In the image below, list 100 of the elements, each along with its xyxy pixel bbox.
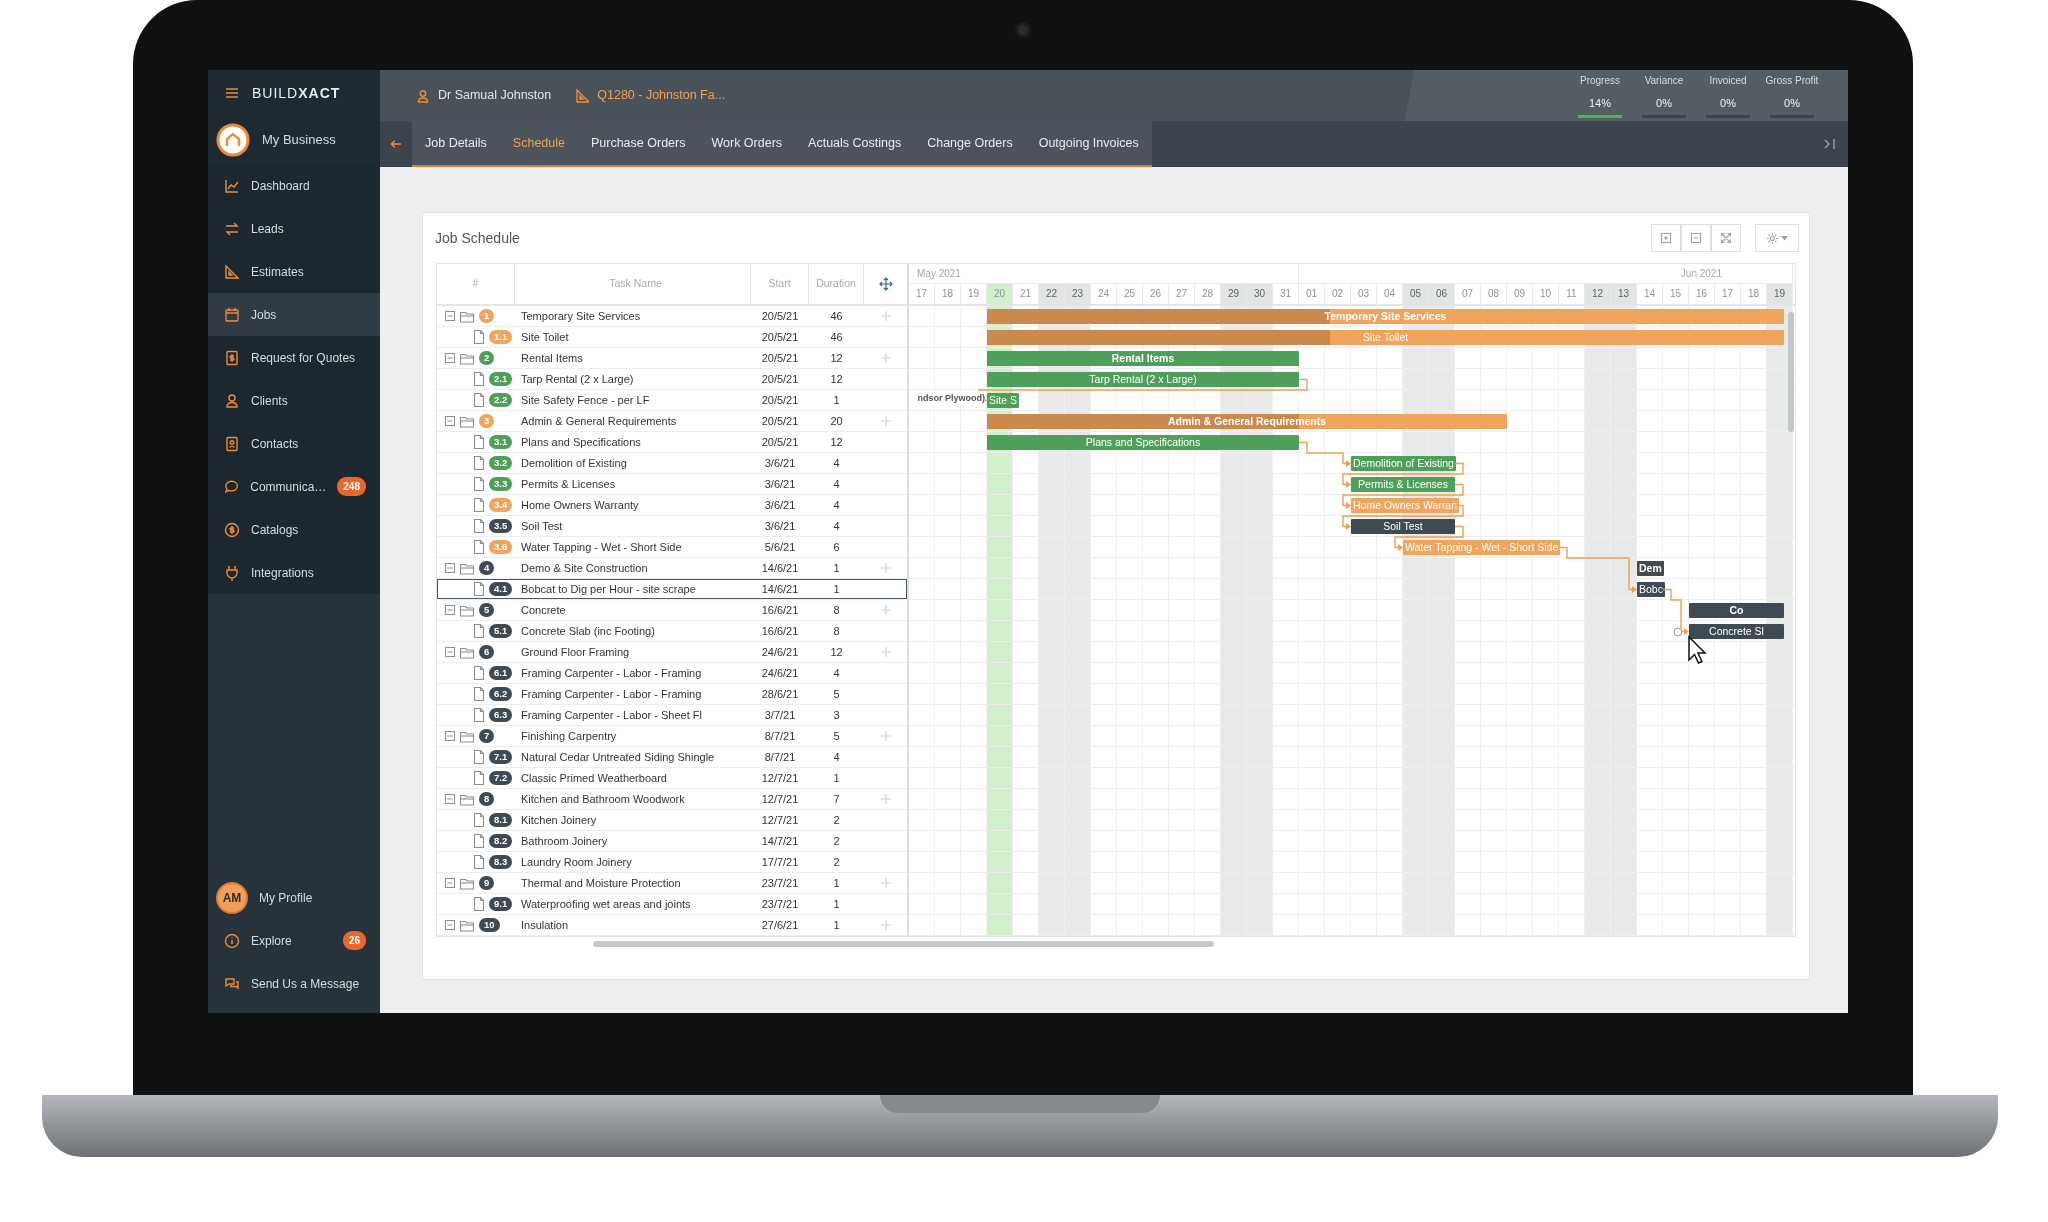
job-link[interactable]: Q1280 - Johnston Fa... bbox=[575, 86, 726, 105]
day-header: 16 bbox=[1689, 284, 1715, 304]
task-number-badge: 8 bbox=[479, 792, 495, 806]
task-row[interactable]: 3 Admin & General Requirements 20/5/21 20 bbox=[437, 411, 907, 432]
tab[interactable]: Schedule bbox=[499, 121, 578, 165]
task-row[interactable]: 6 Ground Floor Framing 24/6/21 12 bbox=[437, 642, 907, 663]
task-row[interactable]: 9.1 Waterproofing wet areas and joints 23/7/21 1 bbox=[437, 894, 907, 915]
day-header: 06 bbox=[1429, 284, 1455, 304]
task-number-badge: 7.1 bbox=[489, 750, 513, 764]
task-row[interactable]: 6.2 Framing Carpenter - Labor - Framing 28/6/21 5 bbox=[437, 684, 907, 705]
task-row[interactable]: 8.3 Laundry Room Joinery 17/7/21 2 bbox=[437, 852, 907, 873]
duration-cell-text: 3 bbox=[832, 707, 841, 723]
column-header: Start bbox=[751, 264, 809, 304]
task-row[interactable]: 2 Rental Items 20/5/21 12 bbox=[437, 348, 907, 369]
task-row[interactable]: 7.1 Natural Cedar Untreated Siding Shingle 8/7/21 4 bbox=[437, 747, 907, 768]
start-date-cell-text: 14/6/21 bbox=[760, 581, 800, 597]
start-date-cell-text: 20/5/21 bbox=[760, 308, 800, 324]
tab[interactable]: Outgoing Invoices bbox=[1025, 121, 1152, 165]
task-number-badge: 9.1 bbox=[489, 897, 513, 911]
task-number-badge: 7.2 bbox=[489, 771, 513, 785]
task-row[interactable]: 7.2 Classic Primed Weatherboard 12/7/21 1 bbox=[437, 768, 907, 789]
summary-bar[interactable]: Dem bbox=[1637, 561, 1664, 576]
task-number-badge: 3.1 bbox=[489, 435, 513, 449]
task-row[interactable]: 5.1 Concrete Slab (inc Footing) 16/6/21 8 bbox=[437, 621, 907, 642]
task-bar[interactable]: Soil Test bbox=[1351, 519, 1455, 534]
tab[interactable]: Actuals Costings bbox=[795, 121, 915, 165]
task-row[interactable]: 2.1 Tarp Rental (2 x Large) 20/5/21 12 bbox=[437, 369, 907, 390]
task-row[interactable]: 10 Insulation 27/6/21 1 bbox=[437, 915, 907, 936]
task-row[interactable]: 8.1 Kitchen Joinery 12/7/21 2 bbox=[437, 810, 907, 831]
task-row[interactable]: 1.1 Site Toilet 20/5/21 46 bbox=[437, 327, 907, 348]
tab[interactable]: Purchase Orders bbox=[577, 121, 699, 165]
task-name-cell-text: Insulation bbox=[520, 917, 570, 933]
task-name-cell-text: Finishing Carpentry bbox=[520, 728, 618, 744]
task-name-cell-text: Permits & Licenses bbox=[520, 476, 617, 492]
day-header: 29 bbox=[1221, 284, 1247, 304]
task-number-badge: 9 bbox=[479, 876, 495, 890]
count-badge: 248 bbox=[337, 477, 366, 496]
start-date-cell-text: 24/6/21 bbox=[760, 644, 800, 660]
business-link[interactable]: My Business bbox=[208, 116, 380, 164]
sidebar-item[interactable]: Dashboard bbox=[208, 164, 380, 207]
task-row[interactable]: 9 Thermal and Moisture Protection 23/7/21 1 bbox=[437, 873, 907, 894]
task-row[interactable]: 3.4 Home Owners Warranty 3/6/21 4 bbox=[437, 495, 907, 516]
task-name-cell-text: Framing Carpenter - Labor - Sheet Fl bbox=[520, 707, 703, 723]
task-name-cell-text: Water Tapping - Wet - Short Side bbox=[520, 539, 683, 555]
day-header: 27 bbox=[1169, 284, 1195, 304]
start-date-cell-text: 20/5/21 bbox=[760, 434, 800, 450]
task-name-cell-text: Classic Primed Weatherboard bbox=[520, 770, 668, 786]
task-name-cell-text: Plans and Specifications bbox=[520, 434, 642, 450]
task-row[interactable]: 4.1 Bobcat to Dig per Hour - site scrape 14/6/21 1 bbox=[437, 579, 907, 600]
sidebar-item[interactable]: Communica… 248 bbox=[208, 465, 380, 508]
sidebar-item[interactable]: Explore 26 bbox=[208, 919, 380, 962]
task-row[interactable]: 2.2 Site Safety Fence - per LF 20/5/21 1 bbox=[437, 390, 907, 411]
task-row[interactable]: 8.2 Bathroom Joinery 14/7/21 2 bbox=[437, 831, 907, 852]
start-date-cell-text: 20/5/21 bbox=[760, 371, 800, 387]
tab[interactable]: Work Orders bbox=[698, 121, 796, 165]
sidebar-item[interactable]: Leads bbox=[208, 207, 380, 250]
day-header: 25 bbox=[1117, 284, 1143, 304]
task-name-cell-text: Concrete bbox=[520, 602, 567, 618]
sidebar-item[interactable]: Integrations bbox=[208, 551, 380, 594]
sidebar-item[interactable]: Request for Quotes bbox=[208, 336, 380, 379]
task-bar[interactable]: Bobc bbox=[1637, 582, 1665, 597]
day-header: 07 bbox=[1455, 284, 1481, 304]
task-bar[interactable]: Concrete Sl bbox=[1689, 624, 1784, 639]
task-row[interactable]: 8 Kitchen and Bathroom Woodwork 12/7/21 7 bbox=[437, 789, 907, 810]
task-row[interactable]: 3.1 Plans and Specifications 20/5/21 12 bbox=[437, 432, 907, 453]
task-name-cell-text: Temporary Site Services bbox=[520, 308, 642, 324]
tab[interactable]: Job Details bbox=[412, 121, 500, 165]
sidebar-item[interactable]: Estimates bbox=[208, 250, 380, 293]
start-date-cell-text: 12/7/21 bbox=[760, 770, 800, 786]
task-row[interactable]: 1 Temporary Site Services 20/5/21 46 bbox=[437, 306, 907, 327]
start-date-cell-text: 20/5/21 bbox=[760, 413, 800, 429]
client-link[interactable]: Dr Samual Johnston bbox=[416, 86, 552, 105]
sidebar-item[interactable]: AM My Profile bbox=[208, 876, 380, 919]
day-header: 17 bbox=[909, 284, 935, 304]
task-row[interactable]: 7 Finishing Carpentry 8/7/21 5 bbox=[437, 726, 907, 747]
sidebar-item[interactable]: Send Us a Message bbox=[208, 962, 380, 1005]
task-row[interactable]: 6.3 Framing Carpenter - Labor - Sheet Fl 3/7/21 3 bbox=[437, 705, 907, 726]
metric-value: 0% bbox=[1656, 96, 1672, 112]
task-row[interactable]: 3.5 Soil Test 3/6/21 4 bbox=[437, 516, 907, 537]
duration-cell-text: 4 bbox=[832, 455, 841, 471]
duration-cell-text: 8 bbox=[832, 623, 841, 639]
sidebar-item[interactable]: Catalogs bbox=[208, 508, 380, 551]
task-name-cell-text: Kitchen Joinery bbox=[520, 812, 598, 828]
task-row[interactable]: 5 Concrete 16/6/21 8 bbox=[437, 600, 907, 621]
task-row[interactable]: 4 Demo & Site Construction 14/6/21 1 bbox=[437, 558, 907, 579]
start-date-cell-text: 16/6/21 bbox=[760, 602, 800, 618]
task-row[interactable]: 3.6 Water Tapping - Wet - Short Side 5/6/21 6 bbox=[437, 537, 907, 558]
task-row[interactable]: 3.3 Permits & Licenses 3/6/21 4 bbox=[437, 474, 907, 495]
day-header: 24 bbox=[1091, 284, 1117, 304]
sidebar-item[interactable]: Jobs bbox=[208, 293, 380, 336]
sidebar-item[interactable]: Contacts bbox=[208, 422, 380, 465]
task-row[interactable]: 6.1 Framing Carpenter - Labor - Framing 24/6/21 4 bbox=[437, 663, 907, 684]
day-header: 12 bbox=[1585, 284, 1611, 304]
task-name-cell-text: Soil Test bbox=[520, 518, 564, 534]
tab[interactable]: Change Orders bbox=[914, 121, 1026, 165]
summary-bar[interactable]: Co bbox=[1689, 603, 1784, 618]
duration-cell-text: 1 bbox=[832, 770, 841, 786]
sidebar-item[interactable]: Clients bbox=[208, 379, 380, 422]
duration-cell-text: 46 bbox=[829, 308, 844, 324]
task-row[interactable]: 3.2 Demolition of Existing 3/6/21 4 bbox=[437, 453, 907, 474]
